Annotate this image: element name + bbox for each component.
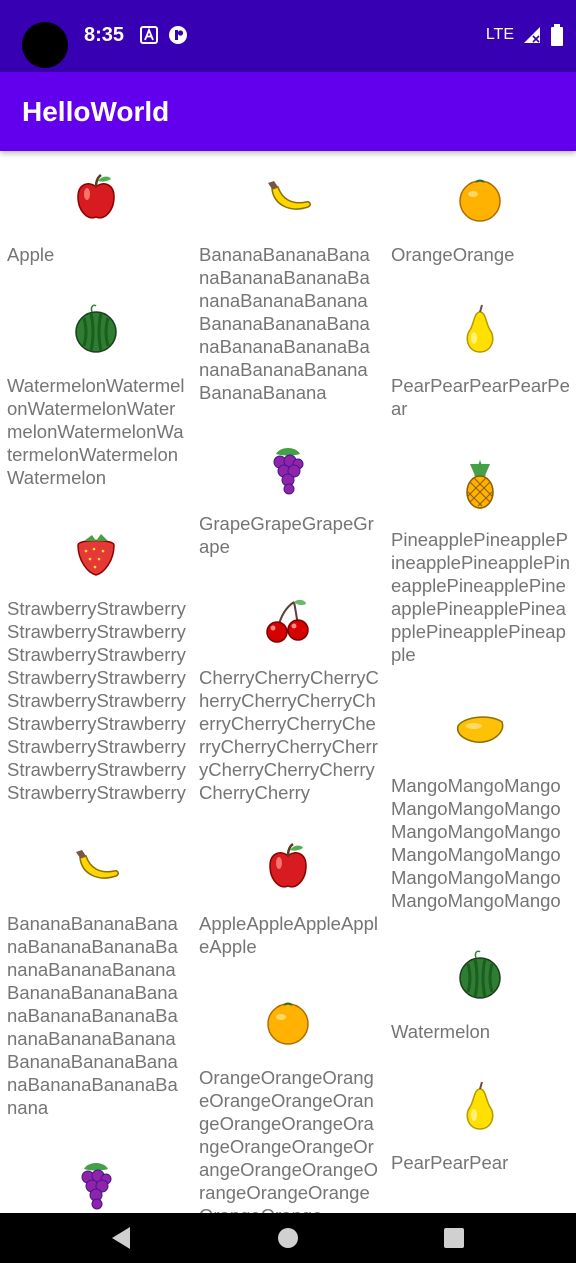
grape-icon — [81, 1163, 112, 1210]
fruit-name: CherryCherryCherryCherryCherryCherryCher… — [199, 667, 379, 803]
status-time: 8:35 — [84, 24, 125, 46]
fruit-column-3: OrangeOrange PearPearPearPearPear Pineappl… — [391, 151, 571, 1213]
camera-cutout — [22, 22, 68, 68]
fruit-item[interactable]: OrangeOrange — [391, 151, 571, 266]
fruit-item[interactable]: PineapplePineapplePineapplePineapplePine… — [391, 436, 571, 666]
app-notification-icon — [169, 26, 187, 44]
fruit-name: AppleAppleAppleAppleApple — [199, 913, 378, 957]
navigation-bar — [0, 1213, 576, 1263]
fruit-name: OrangeOrange — [391, 244, 515, 265]
text-notification-icon — [140, 26, 158, 44]
fruit-name: Watermelon — [391, 1021, 491, 1042]
recents-icon[interactable] — [441, 1225, 467, 1251]
back-icon[interactable] — [108, 1225, 134, 1251]
apple-icon — [269, 842, 307, 888]
fruit-name: StrawberryStrawberryStrawberryStrawberry… — [7, 598, 186, 803]
fruit-name: Apple — [7, 244, 55, 265]
watermelon-icon — [75, 304, 117, 353]
orange-icon — [267, 1002, 309, 1045]
fruit-name: PineapplePineapplePineapplePineapplePine… — [391, 529, 570, 665]
pear-icon — [466, 304, 494, 353]
apple-icon — [77, 173, 115, 219]
pear-icon — [466, 1081, 494, 1130]
strawberry-icon — [77, 534, 115, 576]
orange-icon — [459, 179, 501, 222]
watermelon-icon — [459, 950, 501, 999]
fruit-name: PearPearPear — [391, 1152, 509, 1173]
fruit-name: BananaBananaBananaBananaBananaBananaBana… — [7, 913, 178, 1118]
fruit-name: PearPearPearPearPear — [391, 375, 570, 419]
fruit-item[interactable]: CherryCherryCherryCherryCherryCherryCher… — [199, 574, 379, 804]
fruit-item[interactable]: MangoMangoMangoMangoMangoMangoMangoMango… — [391, 682, 571, 912]
app-title: HelloWorld — [22, 96, 170, 127]
fruit-column-1: Apple WatermelonWatermelonWatermelonWater… — [7, 151, 187, 1213]
fruit-column-2: BananaBananaBananaBananaBananaBananaBana… — [199, 151, 379, 1213]
fruit-item[interactable]: AppleAppleAppleAppleApple — [199, 820, 379, 958]
fruit-item[interactable] — [7, 1135, 187, 1211]
signal-icon — [524, 27, 540, 43]
app-bar: HelloWorld — [0, 72, 576, 151]
fruit-item[interactable]: WatermelonWatermelonWatermelonWatermelon… — [7, 282, 187, 489]
fruit-name: OrangeOrangeOrangeOrangeOrangeOrangeOran… — [199, 1067, 378, 1213]
fruit-item[interactable]: PearPearPear — [391, 1059, 571, 1174]
fruit-name: BananaBananaBananaBananaBananaBananaBana… — [199, 244, 370, 403]
mango-icon — [456, 716, 504, 743]
status-bar: 8:35 LTE — [0, 0, 576, 72]
fruit-item[interactable]: Apple — [7, 151, 187, 266]
fruit-item[interactable]: Watermelon — [391, 928, 571, 1043]
status-right-group: LTE — [486, 24, 564, 46]
cherry-icon — [266, 599, 309, 643]
fruit-item[interactable]: GrapeGrapeGrapeGrape — [199, 420, 379, 558]
fruit-item[interactable]: BananaBananaBananaBananaBananaBananaBana… — [7, 820, 187, 1119]
fruit-list[interactable]: Apple WatermelonWatermelonWatermelonWater… — [0, 151, 576, 1213]
network-type: LTE — [485, 26, 514, 43]
fruit-item[interactable]: StrawberryStrawberryStrawberryStrawberry… — [7, 505, 187, 804]
fruit-item[interactable]: BananaBananaBananaBananaBananaBananaBana… — [199, 151, 379, 404]
banana-icon — [76, 850, 119, 879]
fruit-item[interactable]: OrangeOrangeOrangeOrangeOrangeOrangeOran… — [199, 974, 379, 1213]
home-icon[interactable] — [275, 1225, 301, 1251]
fruit-name: WatermelonWatermelonWatermelonWatermelon… — [7, 375, 185, 488]
fruit-item[interactable]: PearPearPearPearPear — [391, 282, 571, 420]
fruit-item[interactable] — [391, 1190, 571, 1213]
fruit-name: MangoMangoMangoMangoMangoMangoMangoMango… — [391, 775, 561, 911]
battery-icon — [551, 24, 563, 46]
banana-icon — [268, 181, 311, 210]
grape-icon — [273, 448, 304, 495]
fruit-name: GrapeGrapeGrapeGrape — [199, 513, 374, 557]
pineapple-icon — [466, 460, 494, 509]
